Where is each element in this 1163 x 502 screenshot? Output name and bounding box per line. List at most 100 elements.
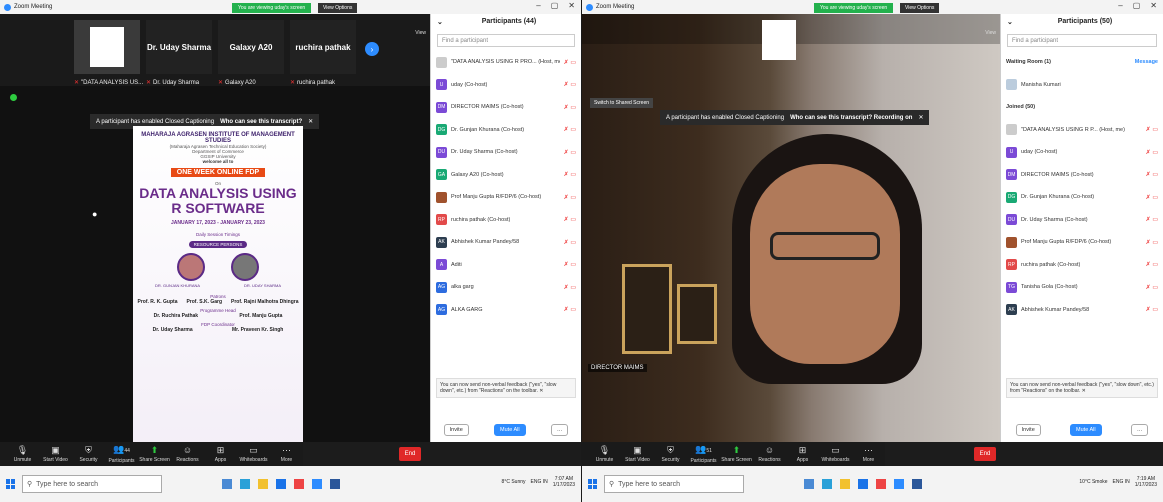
more-button[interactable]: ⋯ More <box>852 445 885 463</box>
mute-all-button[interactable]: Mute All <box>1070 424 1102 436</box>
waiting-participant[interactable]: Manisha Kumari <box>1021 82 1158 88</box>
participant-row[interactable]: AG ALKA GARG ✗ ▭ <box>431 299 581 322</box>
word-icon[interactable] <box>330 479 340 489</box>
weather[interactable]: 10°C Smoke <box>1079 479 1107 485</box>
start-video-button[interactable]: ▣ Start Video <box>621 445 654 463</box>
reactions-button[interactable]: ☺ Reactions <box>753 445 786 463</box>
invite-button[interactable]: Invite <box>1015 424 1041 436</box>
who-can-see-link[interactable]: Who can see this transcript? <box>220 119 302 125</box>
participant-tile-ruchira[interactable]: ruchira pathak ✕ ruchira pathak <box>290 20 356 86</box>
participant-row[interactable]: AK Abhishek Kumar Pandey/58 ✗ ▭ <box>431 231 581 254</box>
maximize-icon[interactable]: ▢ <box>1133 1 1141 10</box>
participant-row[interactable]: AK Abhishek Kumar Pandey/58 ✗ ▭ <box>1001 299 1163 322</box>
windows-start-icon[interactable] <box>588 479 598 489</box>
task-view-icon[interactable] <box>222 479 232 489</box>
unmute-button[interactable]: 🎙 Unmute <box>6 445 39 463</box>
mute-all-button[interactable]: Mute All <box>494 424 526 436</box>
close-icon[interactable]: ✕ <box>1150 1 1157 10</box>
zoom-icon[interactable] <box>894 479 904 489</box>
participant-row[interactable]: TG Tanisha Gola (Co-host) ✗ ▭ <box>1001 276 1163 299</box>
collapse-icon[interactable]: ⌄ <box>1007 18 1013 26</box>
apps-button[interactable]: ⊞ Apps <box>786 445 819 463</box>
participant-row[interactable]: DM DIRECTOR MAIMS (Co-host) ✗ ▭ <box>431 96 581 119</box>
more-button[interactable]: ⋯ More <box>270 445 303 463</box>
language[interactable]: ENG IN <box>531 479 548 485</box>
view-options-button[interactable]: View Options <box>318 3 358 13</box>
participant-search-input[interactable]: Find a participant <box>1007 34 1157 47</box>
taskbar-search-input[interactable]: ⚲ Type here to search <box>604 475 744 493</box>
apps-button[interactable]: ⊞ Apps <box>204 445 237 463</box>
file-explorer-icon[interactable] <box>258 479 268 489</box>
participant-row[interactable]: Uuday (Co-host) ✗ ▭ <box>1001 141 1163 164</box>
close-notice-icon[interactable]: ✕ <box>308 118 313 125</box>
participant-row[interactable]: "DATA ANALYSIS USING R P... (Host, me) ✗ … <box>1001 119 1163 142</box>
participant-row[interactable]: Prof Manju Gupta R/FDP/6 (Co-host) ✗ ▭ <box>1001 231 1163 254</box>
poster-thumbnail[interactable] <box>762 20 796 60</box>
clock-date[interactable]: 1/17/2023 <box>1135 482 1157 488</box>
maximize-icon[interactable]: ▢ <box>551 1 559 10</box>
participant-row[interactable]: RP ruchira pathak (Co-host) ✗ ▭ <box>431 209 581 232</box>
participant-row[interactable]: A Aditi ✗ ▭ <box>431 254 581 277</box>
share-screen-button[interactable]: ⬆ Share Screen <box>720 445 753 463</box>
invite-button[interactable]: Invite <box>443 424 469 436</box>
close-icon[interactable]: ✕ <box>568 1 575 10</box>
start-video-button[interactable]: ▣ Start Video <box>39 445 72 463</box>
chrome-icon[interactable] <box>876 479 886 489</box>
security-button[interactable]: ⛨ Security <box>654 445 687 463</box>
participant-tile-host[interactable]: ✕ "DATA ANALYSIS US... <box>74 20 143 86</box>
switch-to-shared-screen[interactable]: Switch to Shared Screen <box>590 98 654 108</box>
reactions-button[interactable]: ☺ Reactions <box>171 445 204 463</box>
view-button[interactable]: View <box>985 30 996 36</box>
participant-row[interactable]: DG Dr. Gunjan Khurana (Co-host) ✗ ▭ <box>431 119 581 142</box>
unmute-button[interactable]: 🎙 Unmute <box>588 445 621 463</box>
end-button[interactable]: End <box>399 447 421 461</box>
participant-tile-uday[interactable]: Dr. Uday Sharma ✕ Dr. Uday Sharma <box>146 20 212 86</box>
next-page-button[interactable]: › <box>365 42 379 56</box>
language[interactable]: ENG IN <box>1113 479 1130 485</box>
collapse-icon[interactable]: ⌄ <box>437 18 443 26</box>
minimize-icon[interactable]: – <box>1118 1 1122 10</box>
edge-icon[interactable] <box>240 479 250 489</box>
more-options-button[interactable]: … <box>550 424 569 436</box>
store-icon[interactable] <box>276 479 286 489</box>
close-icon[interactable]: ✕ <box>539 388 543 394</box>
participant-row[interactable]: AG alka garg ✗ ▭ <box>431 276 581 299</box>
participant-row[interactable]: DG Dr. Gunjan Khurana (Co-host) ✗ ▭ <box>1001 186 1163 209</box>
task-view-icon[interactable] <box>804 479 814 489</box>
participant-row[interactable]: "DATA ANALYSIS USING R PRO... (Host, me)… <box>431 51 581 74</box>
joined-header[interactable]: Joined (50) <box>1006 104 1158 110</box>
clock-date[interactable]: 1/17/2023 <box>553 482 575 488</box>
waiting-room-header[interactable]: Waiting Room (1) <box>1006 59 1131 65</box>
zoom-icon[interactable] <box>312 479 322 489</box>
file-explorer-icon[interactable] <box>840 479 850 489</box>
whiteboards-button[interactable]: ▭ Whiteboards <box>237 445 270 463</box>
security-button[interactable]: ⛨ Security <box>72 445 105 463</box>
participant-search-input[interactable]: Find a participant <box>437 34 575 47</box>
participant-row[interactable]: DU Dr. Uday Sharma (Co-host) ✗ ▭ <box>431 141 581 164</box>
participant-row[interactable]: RP ruchira pathak (Co-host) ✗ ▭ <box>1001 254 1163 277</box>
participants-button[interactable]: 👥51 Participants <box>687 444 720 464</box>
view-options-button[interactable]: View Options <box>900 3 940 13</box>
share-screen-button[interactable]: ⬆ Share Screen <box>138 445 171 463</box>
participant-row[interactable]: DU Dr. Uday Sharma (Co-host) ✗ ▭ <box>1001 209 1163 232</box>
participant-row[interactable]: Prof Manju Gupta R/FDP/6 (Co-host) ✗ ▭ <box>431 186 581 209</box>
windows-start-icon[interactable] <box>6 479 16 489</box>
store-icon[interactable] <box>858 479 868 489</box>
end-button[interactable]: End <box>974 447 996 461</box>
more-options-button[interactable]: … <box>1130 424 1149 436</box>
taskbar-search-input[interactable]: ⚲ Type here to search <box>22 475 162 493</box>
participant-row[interactable]: GA Galaxy A20 (Co-host) ✗ ▭ <box>431 164 581 187</box>
participants-button[interactable]: 👥44 Participants <box>105 444 138 464</box>
who-can-see-link[interactable]: Who can see this transcript? Recording o… <box>790 115 912 121</box>
chrome-icon[interactable] <box>294 479 304 489</box>
weather[interactable]: 8°C Sunny <box>502 479 526 485</box>
close-icon[interactable]: ✕ <box>1082 388 1086 394</box>
participant-tile-galaxy[interactable]: Galaxy A20 ✕ Galaxy A20 <box>218 20 284 86</box>
edge-icon[interactable] <box>822 479 832 489</box>
view-button[interactable]: View <box>415 30 426 36</box>
word-icon[interactable] <box>912 479 922 489</box>
participant-row[interactable]: Uuday (Co-host) ✗ ▭ <box>431 74 581 97</box>
minimize-icon[interactable]: – <box>536 1 540 10</box>
whiteboards-button[interactable]: ▭ Whiteboards <box>819 445 852 463</box>
participant-row[interactable]: DM DIRECTOR MAIMS (Co-host) ✗ ▭ <box>1001 164 1163 187</box>
